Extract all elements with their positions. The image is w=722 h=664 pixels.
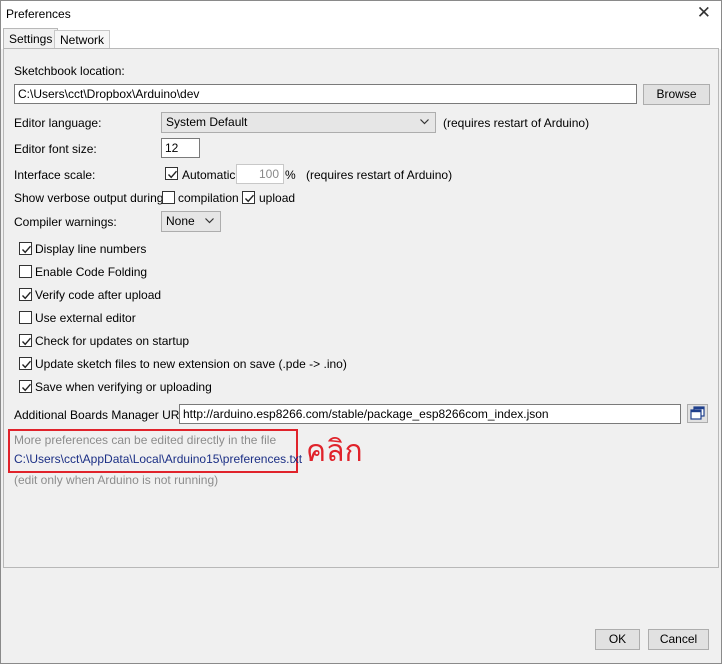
font-size-input[interactable]: 12 [161,138,200,158]
settings-panel: Sketchbook location: C:\Users\cct\Dropbo… [3,48,719,568]
font-size-label: Editor font size: [14,142,97,156]
preferences-file-link[interactable]: C:\Users\cct\AppData\Local\Arduino15\pre… [14,452,302,466]
editor-language-note: (requires restart of Arduino) [443,116,590,130]
update-extension-label: Update sketch files to new extension on … [35,357,347,371]
scale-percent-input[interactable]: 100 [236,164,284,184]
code-folding-label: Enable Code Folding [35,265,148,279]
cancel-button[interactable]: Cancel [648,629,709,650]
close-icon[interactable]: ✕ [697,4,711,22]
verbose-upload-label: upload [259,191,296,205]
scale-percent-unit: % [285,168,296,182]
interface-scale-label: Interface scale: [14,168,96,182]
boards-manager-urls-input[interactable]: http://arduino.esp8266.com/stable/packag… [179,404,681,424]
compiler-warnings-value: None [166,214,195,228]
checkmark-icon [21,245,32,254]
check-updates-label: Check for updates on startup [35,334,190,348]
checkmark-icon [21,360,32,369]
code-folding-checkbox[interactable] [19,265,32,278]
automatic-scale-label: Automatic [182,168,236,182]
checkmark-icon [244,194,255,203]
browse-button[interactable]: Browse [643,84,710,105]
display-line-numbers-checkbox[interactable] [19,242,32,255]
verbose-upload-checkbox[interactable] [242,191,255,204]
ok-button[interactable]: OK [595,629,640,650]
editor-language-label: Editor language: [14,116,102,130]
tab-settings[interactable]: Settings [3,28,59,50]
window-list-icon [690,406,705,420]
sketchbook-path-input[interactable]: C:\Users\cct\Dropbox\Arduino\dev [14,84,637,104]
click-annotation: คลิก [306,434,363,469]
sketchbook-label: Sketchbook location: [14,64,125,78]
title-bar: Preferences ✕ [1,1,721,28]
editor-language-select[interactable]: System Default [161,112,436,133]
display-line-numbers-label: Display line numbers [35,242,147,256]
window-title: Preferences [6,7,71,21]
external-editor-label: Use external editor [35,311,136,325]
verbose-compilation-checkbox[interactable] [162,191,175,204]
verify-after-upload-checkbox[interactable] [19,288,32,301]
automatic-scale-checkbox[interactable] [165,167,178,180]
save-on-verify-label: Save when verifying or uploading [35,380,212,394]
save-on-verify-checkbox[interactable] [19,380,32,393]
check-updates-checkbox[interactable] [19,334,32,347]
update-extension-checkbox[interactable] [19,357,32,370]
checkmark-icon [21,337,32,346]
edit-footnote: (edit only when Arduino is not running) [14,473,219,487]
interface-scale-note: (requires restart of Arduino) [306,168,453,182]
preferences-window: Preferences ✕ Settings Network Sketchboo… [0,0,722,664]
external-editor-checkbox[interactable] [19,311,32,324]
compiler-warnings-select[interactable]: None [161,211,221,232]
verify-after-upload-label: Verify code after upload [35,288,162,302]
checkmark-icon [21,291,32,300]
checkmark-icon [167,170,178,179]
checkmark-icon [21,383,32,392]
chevron-down-icon [420,119,429,125]
verbose-output-label: Show verbose output during: [14,191,167,205]
tab-bar: Settings Network [1,28,721,50]
boards-manager-label: Additional Boards Manager URLs: [14,408,196,422]
chevron-down-icon [205,218,214,224]
compiler-warnings-label: Compiler warnings: [14,215,117,229]
edit-urls-button[interactable] [687,404,708,423]
verbose-compilation-label: compilation [178,191,239,205]
more-prefs-hint: More preferences can be edited directly … [14,433,277,447]
tab-network[interactable]: Network [54,30,111,49]
editor-language-value: System Default [166,115,248,129]
